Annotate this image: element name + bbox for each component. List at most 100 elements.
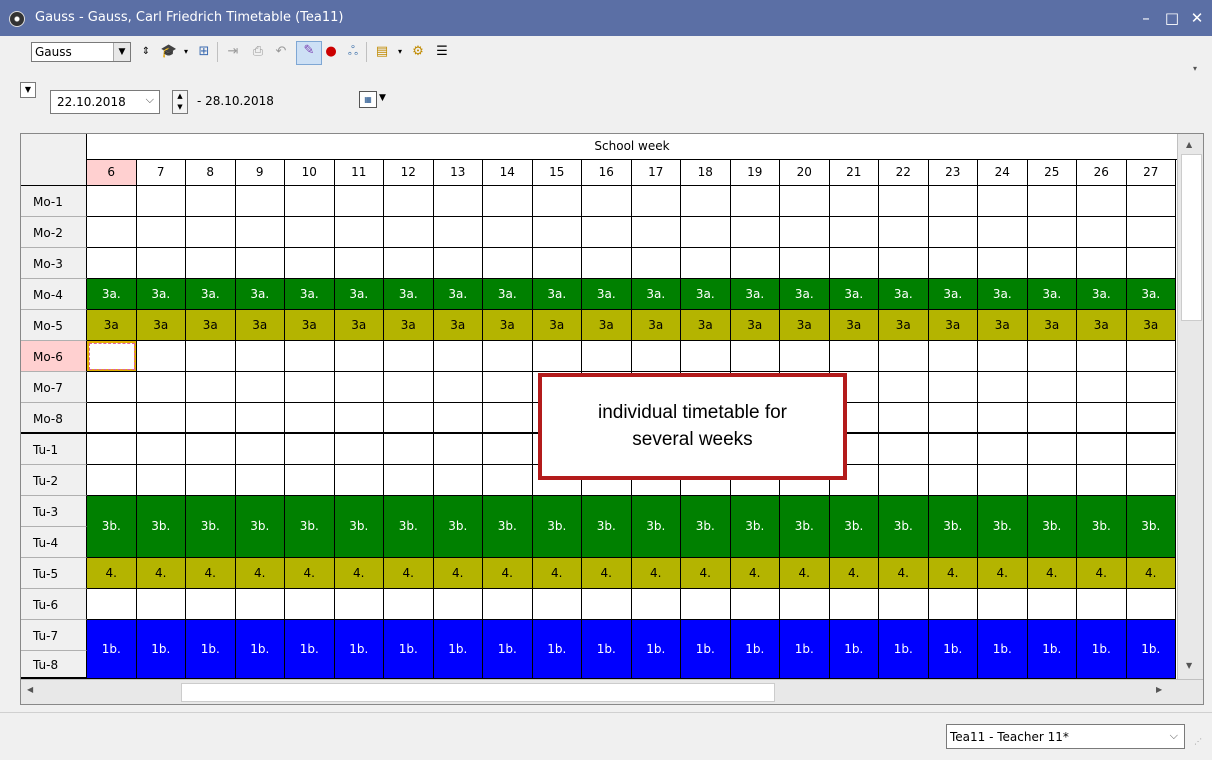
lesson-cell[interactable]: 3b.	[483, 496, 533, 558]
period-header-tu-8[interactable]: Tu-8	[21, 651, 87, 679]
empty-cell[interactable]	[1077, 186, 1127, 217]
empty-cell[interactable]	[186, 217, 236, 248]
empty-cell[interactable]	[978, 403, 1028, 434]
period-header-mo-3[interactable]: Mo-3	[21, 248, 87, 279]
empty-cell[interactable]	[186, 434, 236, 465]
lesson-cell[interactable]: 3b.	[136, 496, 186, 558]
empty-cell[interactable]	[1126, 465, 1176, 496]
empty-cell[interactable]	[483, 372, 533, 403]
lesson-cell[interactable]: 3a.	[978, 279, 1028, 310]
empty-cell[interactable]	[879, 341, 929, 372]
empty-cell[interactable]	[235, 372, 285, 403]
lesson-cell[interactable]: 4.	[730, 558, 780, 589]
empty-cell[interactable]	[681, 248, 731, 279]
lesson-cell[interactable]: 3a	[433, 310, 483, 341]
lesson-cell[interactable]: 3a	[879, 310, 929, 341]
lesson-cell[interactable]: 3b.	[582, 496, 632, 558]
empty-cell[interactable]	[780, 217, 830, 248]
empty-cell[interactable]	[780, 341, 830, 372]
lesson-cell[interactable]: 3a	[285, 310, 335, 341]
period-header-mo-8[interactable]: Mo-8	[21, 403, 87, 434]
week-header-12[interactable]: 12	[384, 160, 434, 186]
lesson-cell[interactable]: 1b.	[87, 620, 137, 679]
lesson-cell[interactable]: 1b.	[186, 620, 236, 679]
lesson-cell[interactable]: 1b.	[1027, 620, 1077, 679]
empty-cell[interactable]	[730, 589, 780, 620]
lesson-cell[interactable]: 3a	[384, 310, 434, 341]
empty-cell[interactable]	[1126, 217, 1176, 248]
dropdown-arrow-icon[interactable]: ▾	[177, 43, 195, 61]
empty-cell[interactable]	[235, 217, 285, 248]
empty-cell[interactable]	[879, 248, 929, 279]
empty-cell[interactable]	[829, 248, 879, 279]
lesson-cell[interactable]: 4.	[978, 558, 1028, 589]
empty-cell[interactable]	[1077, 217, 1127, 248]
lesson-cell[interactable]: 3a.	[829, 279, 879, 310]
empty-cell[interactable]	[235, 589, 285, 620]
empty-cell[interactable]	[285, 248, 335, 279]
lesson-cell[interactable]: 3a.	[235, 279, 285, 310]
week-header-27[interactable]: 27	[1126, 160, 1176, 186]
lesson-cell[interactable]: 3a.	[681, 279, 731, 310]
lesson-cell[interactable]: 3b.	[780, 496, 830, 558]
mortarboard-icon[interactable]: 🎓	[160, 43, 178, 61]
lesson-cell[interactable]: 3a	[483, 310, 533, 341]
minimize-button[interactable]: –	[1132, 6, 1160, 30]
empty-cell[interactable]	[384, 248, 434, 279]
lesson-cell[interactable]: 1b.	[136, 620, 186, 679]
empty-cell[interactable]	[483, 589, 533, 620]
chevron-down-icon[interactable]: ⌵	[146, 93, 154, 107]
empty-cell[interactable]	[978, 248, 1028, 279]
magnifier-pin-icon[interactable]: ●	[322, 43, 340, 61]
empty-cell[interactable]	[978, 186, 1028, 217]
lesson-cell[interactable]: 1b.	[532, 620, 582, 679]
lesson-cell[interactable]: 4.	[829, 558, 879, 589]
empty-cell[interactable]	[235, 248, 285, 279]
lesson-cell[interactable]: 3b.	[433, 496, 483, 558]
empty-cell[interactable]	[1126, 248, 1176, 279]
scroll-down-icon[interactable]: ▼	[1186, 661, 1192, 670]
empty-cell[interactable]	[136, 403, 186, 434]
empty-cell[interactable]	[730, 186, 780, 217]
empty-cell[interactable]	[285, 372, 335, 403]
lesson-cell[interactable]: 4.	[1126, 558, 1176, 589]
lesson-cell[interactable]: 4.	[136, 558, 186, 589]
empty-cell[interactable]	[87, 589, 137, 620]
week-header-7[interactable]: 7	[136, 160, 186, 186]
lesson-cell[interactable]: 4.	[780, 558, 830, 589]
lesson-cell[interactable]: 3a	[136, 310, 186, 341]
print-icon[interactable]: ⎙	[249, 43, 267, 61]
empty-cell[interactable]	[483, 434, 533, 465]
empty-cell[interactable]	[879, 465, 929, 496]
empty-cell[interactable]	[928, 341, 978, 372]
scroll-right-icon[interactable]: ▶	[1156, 685, 1162, 694]
spin-up-icon[interactable]: ▲	[173, 91, 187, 102]
empty-cell[interactable]	[681, 186, 731, 217]
empty-cell[interactable]	[235, 341, 285, 372]
empty-cell[interactable]	[928, 186, 978, 217]
empty-cell[interactable]	[978, 465, 1028, 496]
period-header-tu-4[interactable]: Tu-4	[21, 527, 87, 558]
empty-cell[interactable]	[681, 341, 731, 372]
lesson-cell[interactable]: 3a	[780, 310, 830, 341]
empty-cell[interactable]	[334, 434, 384, 465]
lesson-cell[interactable]: 3a	[730, 310, 780, 341]
period-header-tu-5[interactable]: Tu-5	[21, 558, 87, 589]
week-header-13[interactable]: 13	[433, 160, 483, 186]
scroll-left-icon[interactable]: ◀	[27, 685, 33, 694]
empty-cell[interactable]	[87, 465, 137, 496]
empty-cell[interactable]	[1027, 465, 1077, 496]
calendar-button[interactable]: ▦ ▼	[359, 88, 393, 112]
empty-cell[interactable]	[285, 434, 335, 465]
period-header-mo-5[interactable]: Mo-5	[21, 310, 87, 341]
empty-cell[interactable]	[1077, 372, 1127, 403]
empty-cell[interactable]	[978, 217, 1028, 248]
lesson-cell[interactable]: 1b.	[829, 620, 879, 679]
spin-arrows-icon[interactable]: ⇕	[137, 43, 155, 61]
empty-cell[interactable]	[433, 341, 483, 372]
empty-cell[interactable]	[136, 248, 186, 279]
lesson-cell[interactable]: 3b.	[87, 496, 137, 558]
collapse-toggle[interactable]: ▼	[20, 82, 36, 98]
lesson-cell[interactable]: 3b.	[730, 496, 780, 558]
lesson-cell[interactable]: 1b.	[1077, 620, 1127, 679]
